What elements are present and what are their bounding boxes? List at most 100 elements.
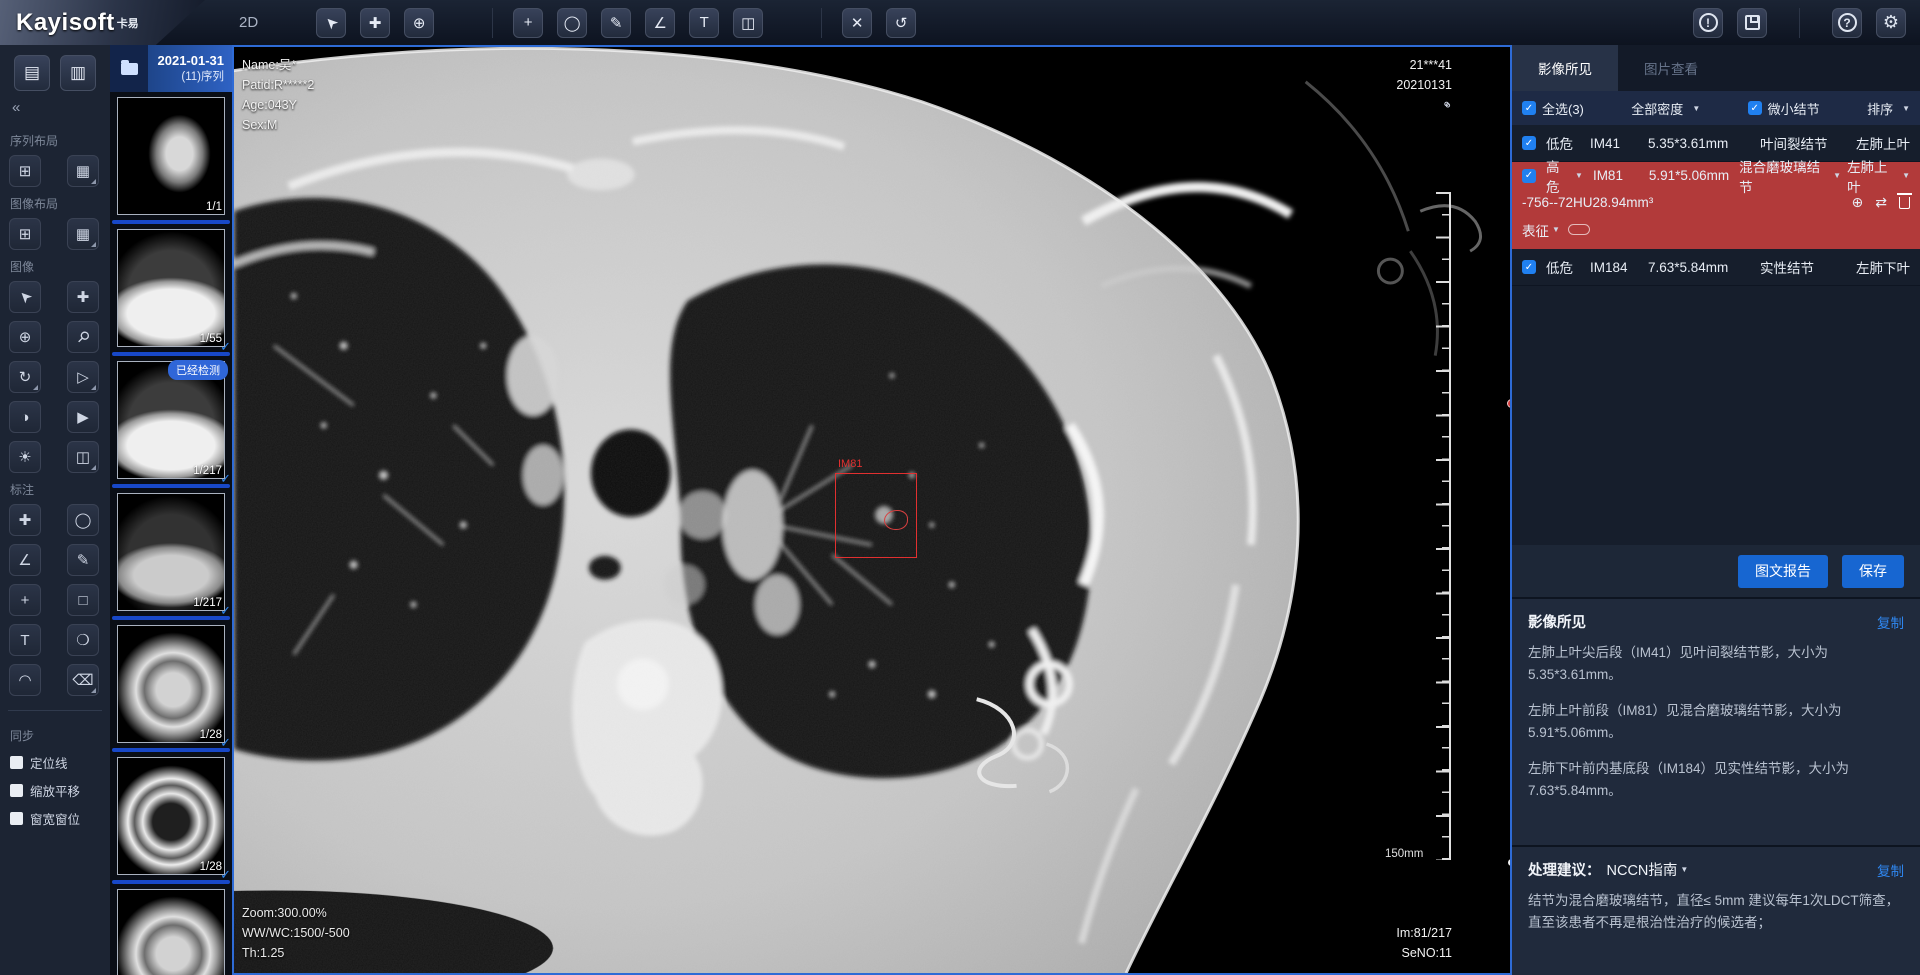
save-button[interactable]: 保存 [1842,555,1904,588]
series-grid-3x3-button[interactable]: ▦ [67,155,99,187]
sync-window-label: 窗宽窗位 [30,809,80,828]
anno-rect-button[interactable]: □ [67,584,99,616]
chevron-down-icon: ▼ [1833,171,1841,180]
nodule-row[interactable]: ✓ 低危 IM184 7.63*5.84mm 实性结节 左肺下叶 [1512,249,1920,286]
collapse-rail-button[interactable]: « [8,97,102,124]
series-thumbnail[interactable]: 1/55 ✓ [110,224,232,352]
help-button[interactable]: ? [1832,8,1862,38]
sync-locator-label: 定位线 [30,753,68,772]
slice-marker-current[interactable] [1507,399,1512,408]
pencil-icon: ✎ [610,14,623,32]
series-thumbnail[interactable]: 1/28 ✓ [110,620,232,748]
pan-icon: ✚ [77,288,90,306]
ellipse-tool-button[interactable]: ◯ [557,8,587,38]
sort-dropdown[interactable]: 排序 [1867,99,1893,118]
select-all-checkbox[interactable]: ✓ [1522,101,1536,115]
rail-pointer-button[interactable]: ➤ [9,281,41,313]
sync-zoom-pan-checkbox[interactable] [10,784,23,797]
sync-window-checkbox[interactable] [10,812,23,825]
anno-eraser-button[interactable]: ⌫ [67,664,99,696]
nodule-type-dropdown[interactable]: 混合磨玻璃结节 [1739,156,1830,196]
tab-imaging-findings[interactable]: 影像所见 [1512,45,1618,91]
rail-invert-button[interactable]: ◑ [9,401,41,433]
anno-callout-button[interactable]: ❍ [67,624,99,656]
angle-tool-button[interactable]: ∠ [645,8,675,38]
pointer-tool-button[interactable]: ➤ [316,8,346,38]
nodule-roi-box[interactable]: IM81 [835,473,917,558]
zoom-level: Zoom:300.00% [242,903,350,923]
locate-zoom-icon[interactable]: ⊕ [1852,194,1864,211]
rail-pan-button[interactable]: ✚ [67,281,99,313]
image-grid-3x3-button[interactable]: ▦ [67,218,99,250]
density-filter-dropdown[interactable]: 全部密度 [1631,99,1683,118]
anno-ellipse-button[interactable]: ◯ [67,504,99,536]
slice-marker-secondary[interactable] [1508,859,1512,866]
nodule-checkbox[interactable]: ✓ [1522,136,1536,150]
nodule-location-dropdown[interactable]: 左肺上叶 [1847,156,1899,196]
copy-findings-link[interactable]: 复制 [1877,612,1904,632]
pan-tool-button[interactable]: ✚ [360,8,390,38]
zoom-tool-button[interactable]: ⊕ [404,8,434,38]
anno-pencil-button[interactable]: ✎ [67,544,99,576]
reset-view-button[interactable]: ↺ [886,8,916,38]
rail-window-level-button[interactable]: ◫ [67,441,99,473]
flip-icon: ▷ [77,368,89,386]
filter-row: ✓ 全选(3) 全部密度 ▼ ✓ 微小结节 排序 ▼ [1512,91,1920,125]
rail-cine-play-button[interactable]: ▶ [67,401,99,433]
nodule-size: 5.91*5.06mm [1649,168,1729,183]
series-grid-2x2-button[interactable]: ⊞ [9,155,41,187]
settings-button[interactable]: ⚙ [1876,8,1906,38]
study-header[interactable]: 2021-01-31 (11)序列 [110,45,232,92]
brightness-icon: ☀ [18,448,31,466]
open-study-button[interactable] [110,45,148,92]
play-icon: ▶ [77,408,89,426]
annotate-label: 标注 [10,481,100,498]
pencil-tool-button[interactable]: ✎ [601,8,631,38]
callout-icon: ❍ [76,631,89,649]
rail-rotate-button[interactable]: ↻ [9,361,41,393]
series-thumbnail[interactable]: 1/1 [110,92,232,220]
image-grid-2x2-button[interactable]: ⊞ [9,218,41,250]
feature-toggle[interactable] [1568,224,1590,235]
copy-advice-link[interactable]: 复制 [1877,860,1904,880]
rail-flip-button[interactable]: ▷ [67,361,99,393]
crosshair-tool-button[interactable]: + [513,8,543,38]
save-study-button[interactable] [1737,8,1767,38]
text-tool-button[interactable]: T [689,8,719,38]
toolbar-group-navigation: ➤ ✚ ⊕ [296,8,454,38]
window-level-tool-button[interactable]: ◫ [733,8,763,38]
graphic-report-button[interactable]: 图文报告 [1738,555,1828,588]
clear-annotations-button[interactable]: ✕ [842,8,872,38]
sync-locator-checkbox[interactable] [10,756,23,769]
rail-magnify-button[interactable]: ⚲ [67,321,99,353]
advice-body: 结节为混合磨玻璃结节，直径≤ 5mm 建议每年1次LDCT筛查，直至该患者不再是… [1528,890,1904,933]
anno-arch-button[interactable]: ◠ [9,664,41,696]
anno-plus-button[interactable]: + [9,584,41,616]
rail-zoom-in-button[interactable]: ⊕ [9,321,41,353]
rail-brightness-button[interactable]: ☀ [9,441,41,473]
series-thumbnail[interactable]: 1/217 ✓ [110,488,232,616]
ct-viewport[interactable]: Name:吴* Patid:R*****2 Age:043Y Sex:M 21*… [232,45,1512,975]
nodule-checkbox[interactable]: ✓ [1522,169,1536,183]
nodule-row-selected[interactable]: ✓ 高危 ▼ IM81 5.91*5.06mm 混合磨玻璃结节 ▼ 左肺上叶 ▼… [1512,162,1920,249]
feature-dropdown[interactable]: 表征 [1522,220,1549,240]
report-panel-button[interactable]: ▥ [60,55,96,91]
nodule-risk-dropdown[interactable]: 高危 [1546,156,1572,196]
series-thumbnail[interactable]: 1/28 ✓ [110,752,232,880]
anno-text-button[interactable]: T [9,624,41,656]
micro-nodule-checkbox[interactable]: ✓ [1748,101,1762,115]
anno-angle-button[interactable]: ∠ [9,544,41,576]
thumbnail-image [117,97,225,215]
transfer-icon[interactable]: ⇄ [1875,194,1887,211]
tab-image-view[interactable]: 图片查看 [1618,45,1724,91]
nodule-checkbox[interactable]: ✓ [1522,260,1536,274]
series-list-button[interactable]: ▤ [14,55,50,91]
anno-cross-button[interactable]: ✚ [9,504,41,536]
series-thumbnail[interactable]: 已经检测 1/217 ✓ [110,356,232,484]
nodule-size: 5.35*3.61mm [1648,136,1760,151]
series-thumbnail[interactable] [110,884,232,975]
delete-icon[interactable] [1899,197,1910,209]
alert-button[interactable]: ! [1693,8,1723,38]
guideline-dropdown[interactable]: NCCN指南 [1607,859,1678,880]
nodule-location: 左肺上叶 [1834,133,1910,153]
